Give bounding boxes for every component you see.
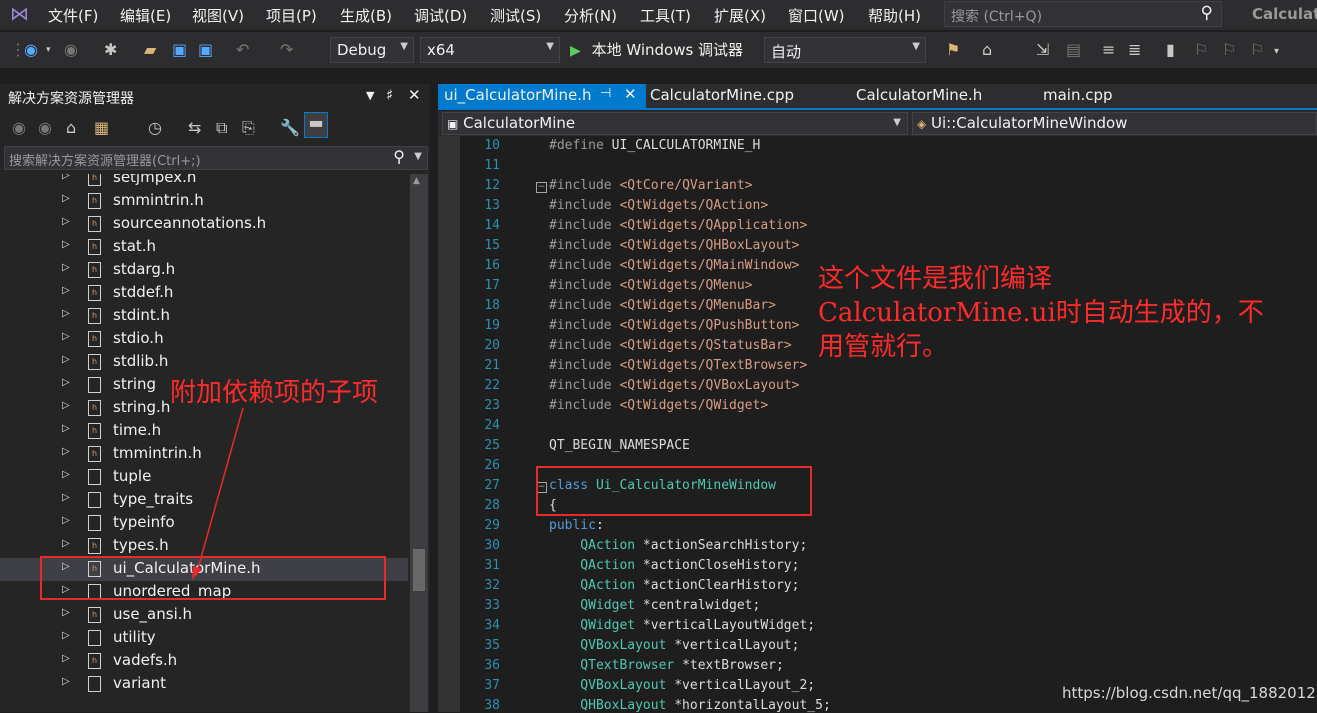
annotation-arrow bbox=[192, 407, 244, 580]
watermark: https://blog.csdn.net/qq_18820125 bbox=[1062, 684, 1317, 702]
